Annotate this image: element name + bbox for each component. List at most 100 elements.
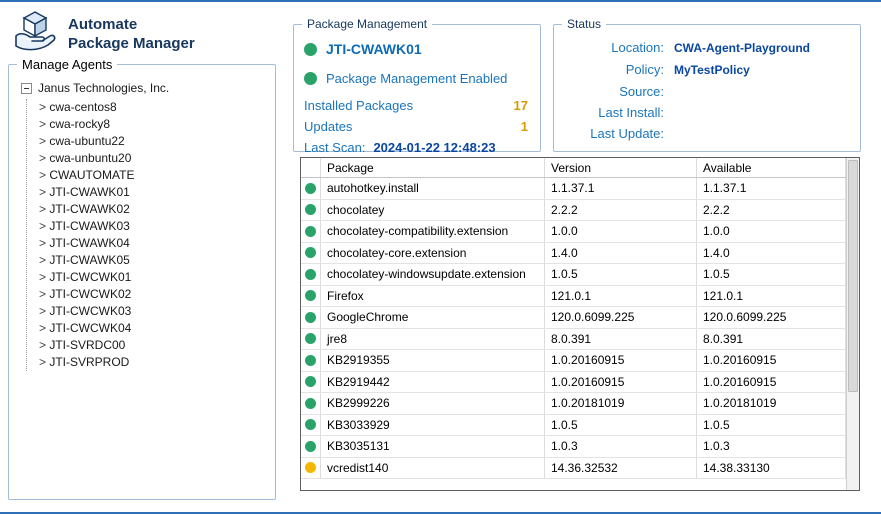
packages-table: Package Version Available autohotkey.ins… [301,158,846,490]
available-cell: 1.0.5 [697,414,846,435]
package-name-cell: GoogleChrome [321,307,545,328]
tree-root-row[interactable]: Janus Technologies, Inc. [21,81,267,95]
package-column-header[interactable]: Package [321,158,545,177]
version-cell: 1.1.37.1 [545,178,697,199]
table-row[interactable]: Firefox 121.0.1 121.0.1 [301,285,846,307]
table-row[interactable]: jre8 8.0.391 8.0.391 [301,328,846,350]
last-install-label: Last Install: [598,105,664,120]
manage-agents-title: Manage Agents [17,57,118,72]
available-cell: 1.0.20160915 [697,350,846,371]
table-row[interactable]: KB2919442 1.0.20160915 1.0.20160915 [301,371,846,393]
tree-item-agent[interactable]: JTI-SVRPROD [39,354,267,371]
version-cell: 121.0.1 [545,285,697,306]
package-name-cell: jre8 [321,328,545,349]
package-status-dot-icon [305,376,316,388]
package-hand-logo-icon [12,10,58,57]
table-row[interactable]: chocolatey-core.extension 1.4.0 1.4.0 [301,242,846,264]
tree-item-agent[interactable]: CWAUTOMATE [39,167,267,184]
package-name-cell: chocolatey-core.extension [321,242,545,263]
version-cell: 2.2.2 [545,199,697,220]
available-cell: 8.0.391 [697,328,846,349]
version-cell: 1.0.20160915 [545,350,697,371]
version-cell: 1.0.0 [545,221,697,242]
selected-agent-name: JTI-CWAWK01 [326,41,422,57]
tree-item-agent[interactable]: JTI-CWCWK04 [39,320,267,337]
policy-value: MyTestPolicy [674,63,750,77]
tree-item-agent[interactable]: JTI-SVRDC00 [39,337,267,354]
status-dot-cell [301,264,321,285]
available-cell: 120.0.6099.225 [697,307,846,328]
tree-item-agent[interactable]: JTI-CWAWK03 [39,218,267,235]
location-value: CWA-Agent-Playground [674,41,810,55]
tree-item-agent[interactable]: JTI-CWAWK05 [39,252,267,269]
tree-item-agent[interactable]: cwa-centos8 [39,99,267,116]
status-dot-cell [301,221,321,242]
package-status-dot-icon [305,204,316,216]
table-row[interactable]: vcredist140 14.36.32532 14.38.33130 [301,457,846,479]
status-dot-cell [301,436,321,457]
updates-row: Updates 1 [304,119,528,134]
status-dot-cell [301,178,321,199]
package-name-cell: vcredist140 [321,457,545,478]
tree-item-agent[interactable]: JTI-CWAWK02 [39,201,267,218]
version-cell: 1.0.20160915 [545,371,697,392]
status-panel-title: Status [562,17,607,31]
version-cell: 14.36.32532 [545,457,697,478]
available-column-header[interactable]: Available [697,158,846,177]
version-cell: 8.0.391 [545,328,697,349]
status-dot-cell [301,328,321,349]
package-management-panel: Package Management JTI-CWAWK01 Package M… [293,17,541,155]
app-logo-area: Automate Package Manager [12,10,195,57]
tree-item-agent[interactable]: JTI-CWCWK03 [39,303,267,320]
package-status-dot-icon [305,247,316,259]
installed-packages-count: 17 [513,98,528,113]
installed-packages-label: Installed Packages [304,98,414,113]
package-status-dot-icon [305,333,316,345]
package-name-cell: Firefox [321,285,545,306]
tree-item-agent[interactable]: cwa-ubuntu22 [39,133,267,150]
table-row[interactable]: KB3033929 1.0.5 1.0.5 [301,414,846,436]
status-dot-cell [301,457,321,478]
status-dot-cell [301,242,321,263]
tree-item-agent[interactable]: cwa-rocky8 [39,116,267,133]
status-column-header[interactable] [301,158,321,177]
table-row[interactable]: chocolatey-windowsupdate.extension 1.0.5 1… [301,264,846,286]
available-cell: 14.38.33130 [697,457,846,478]
package-status-dot-icon [305,354,316,366]
updates-label: Updates [304,119,353,134]
tree-item-agent[interactable]: cwa-unbuntu20 [39,150,267,167]
status-dot-cell [301,285,321,306]
table-row[interactable]: KB2919355 1.0.20160915 1.0.20160915 [301,350,846,372]
available-cell: 1.0.20160915 [697,371,846,392]
version-column-header[interactable]: Version [545,158,697,177]
package-name-cell: KB2919442 [321,371,545,392]
table-row[interactable]: chocolatey-compatibility.extension 1.0.0 1… [301,221,846,243]
status-dot-cell [301,371,321,392]
table-row[interactable]: KB3035131 1.0.3 1.0.3 [301,436,846,458]
scrollbar-thumb[interactable] [848,160,858,393]
updates-count: 1 [520,119,528,134]
tree-item-agent[interactable]: JTI-CWCWK01 [39,269,267,286]
table-scrollbar[interactable] [846,158,859,490]
table-row[interactable]: KB2999226 1.0.20181019 1.0.20181019 [301,393,846,415]
tree-item-agent[interactable]: JTI-CWCWK02 [39,286,267,303]
status-dot-cell [301,393,321,414]
available-cell: 1.0.3 [697,436,846,457]
tree-item-agent[interactable]: JTI-CWAWK01 [39,184,267,201]
package-table-body: autohotkey.install 1.1.37.1 1.1.37.1 chocol… [301,178,846,479]
status-row-last-install: Last Install: [564,102,850,123]
table-row[interactable]: autohotkey.install 1.1.37.1 1.1.37.1 [301,178,846,200]
tree-item-agent[interactable]: JTI-CWAWK04 [39,235,267,252]
tree-root-label[interactable]: Janus Technologies, Inc. [38,81,169,95]
package-status-dot-icon [305,182,316,194]
table-row[interactable]: chocolatey 2.2.2 2.2.2 [301,199,846,221]
pm-enabled-text: Package Management Enabled [326,71,508,86]
version-cell: 1.0.20181019 [545,393,697,414]
version-cell: 1.4.0 [545,242,697,263]
table-row[interactable]: GoogleChrome 120.0.6099.225 120.0.6099.225 [301,307,846,329]
agent-tree: Janus Technologies, Inc. cwa-centos8cwa-… [9,65,275,379]
installed-packages-row: Installed Packages 17 [304,98,528,113]
package-status-dot-icon [305,440,316,452]
tree-collapse-icon[interactable] [21,82,32,94]
package-status-dot-icon [305,268,316,280]
